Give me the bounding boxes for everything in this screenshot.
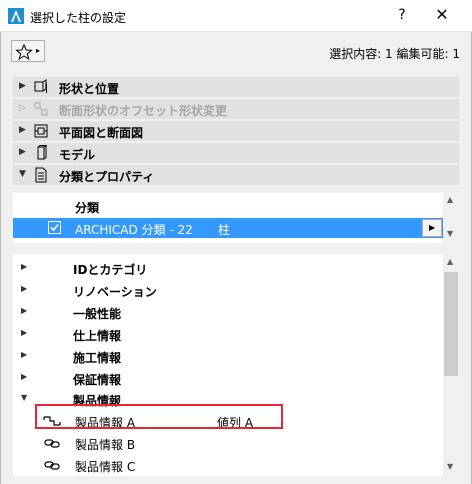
- property-group-label: IDとカテゴリ: [73, 263, 148, 277]
- expand-arrow-icon: ▶: [21, 284, 28, 293]
- property-group-label: 仕上情報: [73, 329, 122, 343]
- scrollbar-thumb[interactable]: [444, 272, 458, 376]
- properties-panel: ▶ IDとカテゴリ ▶ リノベーション ▶ 一般性能 ▶ 仕上情報 ▶ 施工情報…: [13, 254, 443, 476]
- collapse-arrow-icon: ▼: [19, 169, 26, 179]
- scroll-down-icon[interactable]: ▼: [447, 229, 453, 238]
- checkmark-icon: [50, 223, 59, 232]
- property-group-renovation[interactable]: ▶ リノベーション: [13, 279, 443, 301]
- floor-plan-icon: [34, 124, 48, 138]
- chain-link-icon: [44, 439, 60, 448]
- offset-profile-icon: [34, 102, 48, 116]
- scroll-up-icon[interactable]: ▲: [447, 257, 453, 266]
- section-label: 平面図と断面図: [59, 126, 144, 140]
- classification-row[interactable]: ARCHICAD 分類 - 22 柱 ▶: [13, 218, 443, 238]
- classification-panel: 分類 ARCHICAD 分類 - 22 柱 ▶: [13, 193, 443, 243]
- panel-splitter[interactable]: [13, 244, 459, 254]
- section-offset-profile: ▷ 断面形状のオフセット形状変更: [13, 99, 459, 119]
- property-item-label: 製品情報 C: [75, 460, 136, 474]
- close-button[interactable]: ✕: [432, 5, 452, 24]
- geometry-icon: [34, 79, 47, 93]
- property-group-warranty[interactable]: ▶ 保証情報: [13, 367, 443, 389]
- property-group-label: 一般性能: [73, 307, 122, 321]
- favorites-button[interactable]: ▸: [11, 40, 45, 62]
- star-icon: [15, 44, 33, 60]
- section-classification[interactable]: ▼ 分類とプロパティ: [13, 165, 459, 185]
- property-item-product-b[interactable]: 製品情報 B: [13, 432, 443, 454]
- favorites-arrow: ▸: [36, 46, 41, 55]
- property-group-label: リノベーション: [73, 285, 157, 299]
- expand-arrow-icon: ▶: [19, 147, 26, 157]
- section-label: 形状と位置: [59, 82, 120, 96]
- property-group-general-performance[interactable]: ▶ 一般性能: [13, 301, 443, 323]
- help-button[interactable]: ?: [394, 7, 410, 23]
- properties-scrollbar[interactable]: ▲ ▼: [443, 254, 459, 476]
- expand-arrow-icon: ▶: [19, 125, 26, 135]
- selection-info: 選択内容: 1 編集可能: 1: [329, 47, 460, 61]
- classification-header: 分類: [75, 201, 100, 215]
- section-label: 断面形状のオフセット形状変更: [59, 104, 228, 118]
- chain-link-icon: [44, 461, 60, 470]
- collapse-arrow-icon: ▼: [21, 393, 28, 402]
- property-group-finish[interactable]: ▶ 仕上情報: [13, 323, 443, 345]
- expand-arrow-icon: ▷: [19, 103, 26, 113]
- section-model[interactable]: ▶ モデル: [13, 143, 459, 163]
- title-bar: 選択した柱の設定 ? ✕: [0, 0, 472, 32]
- property-group-label: 施工情報: [73, 351, 122, 365]
- classification-picker-button[interactable]: ▶: [422, 219, 442, 237]
- property-item-label: 製品情報 B: [75, 438, 136, 452]
- section-floor-plan[interactable]: ▶ 平面図と断面図: [13, 121, 459, 141]
- expand-arrow-icon: ▶: [21, 350, 28, 359]
- classification-system: ARCHICAD 分類 - 22: [75, 223, 193, 237]
- expand-arrow-icon: ▶: [19, 81, 26, 91]
- classification-checkbox[interactable]: [48, 221, 61, 234]
- archicad-app-icon: [8, 8, 24, 24]
- expand-arrow-icon: ▶: [21, 262, 28, 271]
- expand-arrow-icon: ▶: [21, 372, 28, 381]
- classification-icon: [35, 167, 47, 183]
- property-group-id-category[interactable]: ▶ IDとカテゴリ: [13, 257, 443, 279]
- window-title: 選択した柱の設定: [30, 11, 127, 25]
- arrow-right-icon: ▶: [429, 223, 436, 232]
- scroll-up-icon[interactable]: ▲: [447, 195, 453, 204]
- classification-scrollbar[interactable]: ▲ ▼: [443, 193, 459, 243]
- section-label: モデル: [59, 148, 96, 162]
- property-group-construction[interactable]: ▶ 施工情報: [13, 345, 443, 367]
- expand-arrow-icon: ▶: [21, 328, 28, 337]
- highlight-annotation: [35, 404, 283, 429]
- scroll-down-icon[interactable]: ▼: [447, 462, 453, 471]
- property-group-label: 保証情報: [73, 373, 122, 387]
- section-label: 分類とプロパティ: [59, 170, 155, 184]
- property-item-product-c[interactable]: 製品情報 C: [13, 454, 443, 476]
- model-icon: [37, 145, 48, 160]
- expand-arrow-icon: ▶: [21, 306, 28, 315]
- section-geometry[interactable]: ▶ 形状と位置: [13, 77, 459, 97]
- classification-value: 柱: [218, 223, 231, 237]
